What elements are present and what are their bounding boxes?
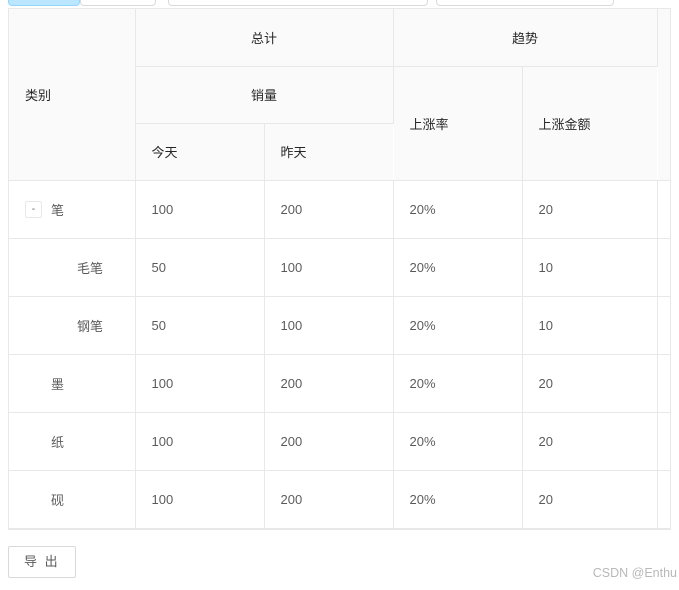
search-field[interactable]: [168, 0, 428, 6]
row-scroll-gutter: [657, 354, 671, 413]
watermark: CSDN @Enthu: [592, 566, 677, 580]
table-row[interactable]: 钢笔 50 100 20% 10: [9, 296, 671, 355]
cell-yesterday: 200: [264, 180, 394, 239]
export-button[interactable]: 导 出: [8, 546, 76, 578]
secondary-field[interactable]: [436, 0, 614, 6]
table-row[interactable]: 毛笔 50 100 20% 10: [9, 238, 671, 297]
cell-growth-rate: 20%: [393, 354, 523, 413]
category-name: 砚: [51, 492, 65, 508]
cell-growth-amount: 10: [522, 238, 658, 297]
category-name: 纸: [51, 434, 65, 450]
cell-growth-rate: 20%: [393, 470, 523, 529]
category-cell-content: 砚: [25, 490, 119, 509]
cell-category: -笔: [9, 180, 136, 239]
cell-today: 100: [135, 470, 265, 529]
column-header-category[interactable]: 类别: [9, 9, 136, 181]
cell-yesterday: 200: [264, 470, 394, 529]
category-name: 墨: [51, 376, 65, 392]
cell-yesterday: 100: [264, 238, 394, 297]
cell-yesterday: 100: [264, 296, 394, 355]
column-group-trend: 趋势: [393, 9, 658, 67]
column-group-sales: 销量: [135, 66, 394, 124]
row-scroll-gutter: [657, 470, 671, 529]
cell-category: 砚: [9, 470, 136, 529]
row-scroll-gutter: [657, 238, 671, 297]
cell-growth-amount: 20: [522, 180, 658, 239]
column-group-total: 总计: [135, 9, 394, 67]
cell-yesterday: 200: [264, 412, 394, 471]
sales-table: 类别 总计 趋势 销量 上涨率 上涨金额 今天 昨天 - 笔 100 200 20% 20…: [9, 9, 671, 529]
row-scroll-gutter: [657, 296, 671, 355]
cell-growth-amount: 10: [522, 296, 658, 355]
category-name: 笔: [51, 202, 65, 218]
filter-tab[interactable]: [80, 0, 156, 6]
cell-category: 墨: [9, 354, 136, 413]
column-header-growth-rate[interactable]: 上涨率: [393, 66, 523, 181]
filter-tab-active[interactable]: [8, 0, 80, 6]
cell-today: 100: [135, 180, 265, 239]
category-name: 钢笔: [77, 318, 104, 334]
table-body: - 笔 100 200 20% 20 毛笔 50 100 20% 10 钢笔 50 100 20% 10 墨 10…: [9, 180, 671, 529]
collapse-row-icon[interactable]: -: [25, 200, 42, 218]
cell-category: 纸: [9, 412, 136, 471]
table-row[interactable]: 墨 100 200 20% 20: [9, 354, 671, 413]
cell-growth-rate: 20%: [393, 412, 523, 471]
table-row[interactable]: - 笔 100 200 20% 20: [9, 180, 671, 239]
cell-today: 100: [135, 412, 265, 471]
category-cell-content: 纸: [25, 432, 119, 451]
column-header-growth-amount[interactable]: 上涨金额: [522, 66, 658, 181]
cell-growth-amount: 20: [522, 412, 658, 471]
category-name: 毛笔: [77, 260, 104, 276]
category-cell-content: 毛笔: [25, 258, 119, 277]
category-cell-content: -笔: [25, 200, 119, 219]
cell-today: 100: [135, 354, 265, 413]
row-scroll-gutter: [657, 412, 671, 471]
cell-growth-amount: 20: [522, 354, 658, 413]
cell-growth-rate: 20%: [393, 180, 523, 239]
data-table-container: 类别 总计 趋势 销量 上涨率 上涨金额 今天 昨天 - 笔 100 200 20% 20…: [8, 8, 671, 530]
column-header-yesterday[interactable]: 昨天: [264, 123, 394, 181]
column-header-today[interactable]: 今天: [135, 123, 265, 181]
cell-category: 钢笔: [9, 296, 136, 355]
table-row[interactable]: 纸 100 200 20% 20: [9, 412, 671, 471]
category-cell-content: 钢笔: [25, 316, 119, 335]
table-header: 类别 总计 趋势 销量 上涨率 上涨金额 今天 昨天: [9, 9, 671, 181]
header-scroll-gutter: [657, 9, 671, 181]
cell-growth-rate: 20%: [393, 296, 523, 355]
cell-category: 毛笔: [9, 238, 136, 297]
category-cell-content: 墨: [25, 374, 119, 393]
cell-today: 50: [135, 296, 265, 355]
cell-today: 50: [135, 238, 265, 297]
table-row[interactable]: 砚 100 200 20% 20: [9, 470, 671, 529]
row-scroll-gutter: [657, 180, 671, 239]
top-toolbar-strip: [0, 0, 679, 7]
cell-growth-rate: 20%: [393, 238, 523, 297]
cell-yesterday: 200: [264, 354, 394, 413]
header-row-group: 类别 总计 趋势: [9, 9, 671, 181]
cell-growth-amount: 20: [522, 470, 658, 529]
